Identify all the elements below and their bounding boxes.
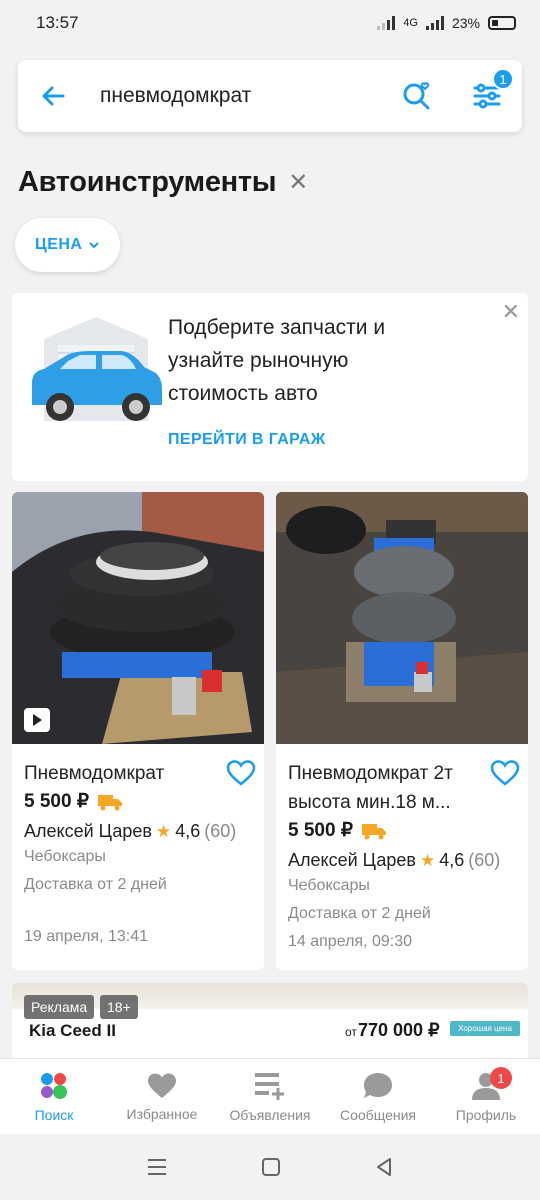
add-listing-icon [255,1072,284,1100]
ad-label: Реклама [24,995,95,1019]
status-indicators: 4G 23% [377,15,516,31]
heart-icon [148,1073,176,1098]
delivery-truck-icon [361,823,386,839]
product-city: Чебоксары [24,848,106,865]
ad-price: 770 000 ₽ [358,1020,440,1040]
product-date: 14 апреля, 09:30 [288,933,412,950]
wifi-signal-icon [377,16,396,30]
delivery-truck-icon [97,794,122,810]
product-title: Пневмодомкрат 2т высота мин.18 м... [288,759,516,817]
status-time: 13:57 [36,13,79,32]
battery-icon [488,16,516,30]
battery-percent: 23% [451,15,480,31]
home-icon[interactable] [261,1157,281,1177]
search-dots-icon [41,1072,67,1099]
nav-favorites[interactable]: Избранное [108,1059,216,1134]
garage-line-2: узнайте рыночную [168,349,349,372]
product-photo [12,492,264,744]
product-price: 5 500 ₽ [288,820,353,841]
seller-info: Алексей Царев ★ 4,6 (60) [24,821,252,842]
heart-icon[interactable] [490,759,520,787]
nav-favorites-label: Избранное [126,1105,198,1122]
search-heart-icon [403,82,430,110]
ad-card[interactable]: Реклама 18+ Kia Ceed II от 770 000 ₽ Хор… [12,983,528,1063]
chevron-down-icon [89,242,100,249]
product-delivery: Доставка от 2 дней [288,905,431,922]
heart-icon[interactable] [226,759,256,787]
status-bar: 13:57 4G 23% [0,0,540,46]
filter-count-badge: 1 [492,68,514,90]
product-price: 5 500 ₽ [24,791,89,812]
good-price-badge: Хорошая цена [450,1021,520,1036]
category-title: Автоинструменты [18,166,277,198]
video-badge [24,708,50,732]
product-title-line-2: высота мин.18 м... [288,792,451,813]
age-rating-badge: 18+ [100,995,138,1019]
product-title: Пневмодомкрат [24,763,165,784]
clear-category-icon[interactable]: ✕ [288,168,308,197]
search-bar: пневмодомкрат 1 [18,60,522,132]
product-title-line-1: Пневмодомкрат 2т [288,763,453,784]
ad-model: Kia Ceed II [29,1021,116,1040]
price-chip-label: ЦЕНА [35,236,83,253]
product-city: Чебоксары [288,877,370,894]
seller-name: Алексей Царев [24,821,152,841]
nav-ads-label: Объявления [229,1106,311,1123]
arrow-left-icon [42,86,65,106]
back-triangle-icon[interactable] [374,1157,394,1177]
close-icon[interactable]: ✕ [502,299,520,325]
seller-rating: 4,6 [175,821,201,841]
recent-apps-icon[interactable] [146,1157,168,1177]
bottom-nav: Поиск Избранное Объявления Сообщения Про… [0,1058,540,1134]
profile-notification-badge: 1 [490,1067,512,1089]
seller-name: Алексей Царев [288,850,416,870]
review-count: (60) [468,850,501,870]
nav-search[interactable]: Поиск [0,1059,108,1134]
nav-messages-label: Сообщения [340,1106,416,1123]
star-icon: ★ [155,821,172,841]
review-count: (60) [204,821,237,841]
nav-profile[interactable]: Профиль 1 [432,1059,540,1134]
seller-info: Алексей Царев ★ 4,6 (60) [288,850,516,871]
back-button[interactable] [18,60,88,132]
go-to-garage-link[interactable]: ПЕРЕЙТИ В ГАРАЖ [168,431,326,449]
network-type: 4G [403,17,418,29]
filters-button[interactable]: 1 [452,60,522,132]
seller-rating: 4,6 [439,850,465,870]
price-filter-chip[interactable]: ЦЕНА [15,218,121,272]
product-date: 19 апреля, 13:41 [24,928,148,945]
ad-price-prefix: от [345,1025,357,1039]
search-input[interactable]: пневмодомкрат [88,84,382,108]
garage-car-illustration [32,317,162,421]
nav-search-label: Поиск [34,1106,74,1123]
product-card[interactable]: Пневмодомкрат 5 500 ₽ Алексей Царев ★ 4,… [12,492,264,970]
nav-profile-label: Профиль [455,1106,517,1123]
product-photo [276,492,528,744]
category-header: Автоинструменты ✕ [18,166,308,199]
save-search-button[interactable] [382,60,452,132]
garage-banner: Подберите запчасти и узнайте рыночную ст… [12,293,528,481]
star-icon: ★ [419,850,436,870]
chat-bubble-icon [364,1072,392,1098]
garage-line-3: стоимость авто [168,382,318,405]
system-nav-bar [0,1134,540,1200]
garage-line-1: Подберите запчасти и [168,316,386,339]
product-card[interactable]: Пневмодомкрат 2т высота мин.18 м... 5 50… [276,492,528,970]
nav-messages[interactable]: Сообщения [324,1059,432,1134]
garage-banner-text: Подберите запчасти и узнайте рыночную ст… [168,311,468,410]
cell-signal-icon [425,16,444,30]
product-delivery: Доставка от 2 дней [24,876,167,893]
play-icon [33,714,42,726]
nav-ads[interactable]: Объявления [216,1059,324,1134]
